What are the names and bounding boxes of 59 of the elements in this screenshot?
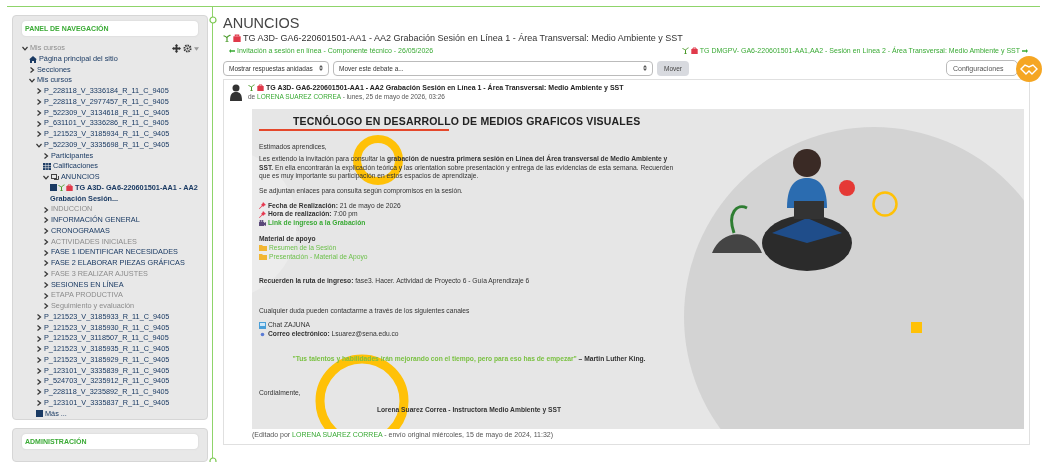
- bag-icon: [233, 34, 241, 42]
- arrow-right-icon: [1022, 48, 1028, 53]
- grid-icon: [43, 163, 51, 171]
- chevron-right-icon[interactable]: [43, 152, 49, 159]
- chevron-right-icon[interactable]: [43, 228, 49, 235]
- chevron-down-icon[interactable]: [43, 174, 49, 180]
- chevron-right-icon[interactable]: [43, 292, 49, 299]
- bag-icon: [690, 47, 698, 54]
- bullet-icon: [259, 330, 266, 338]
- banner-heading: TECNÓLOGO EN DESARROLLO DE MEDIOS GRAFICOS VISUALES: [293, 117, 642, 126]
- forum-icon: [51, 173, 59, 181]
- sort-caret-icon: [319, 65, 323, 71]
- chevron-right-icon[interactable]: [36, 314, 42, 321]
- bag-icon: [257, 84, 264, 91]
- chevron-right-icon[interactable]: [43, 260, 49, 267]
- plant-icon: [223, 34, 231, 42]
- avatar-icon: [230, 84, 242, 101]
- square-decoration: [911, 322, 922, 333]
- chevron-right-icon[interactable]: [36, 109, 42, 116]
- discussion-title: TG A3D- GA6-220601501-AA1 - AA2 Grabación Sesión en Línea 1 - Área Transversal: Medio Ambiente y SST: [243, 33, 683, 43]
- chevron-right-icon[interactable]: [36, 335, 42, 342]
- timeline-dot-icon: [208, 16, 217, 24]
- plant-icon: [681, 47, 689, 54]
- chevron-right-icon[interactable]: [36, 324, 42, 331]
- chevron-right-icon[interactable]: [36, 400, 42, 407]
- chat-icon: [259, 322, 266, 330]
- page-title: ANUNCIOS: [223, 15, 301, 31]
- chevron-right-icon[interactable]: [36, 357, 42, 364]
- sort-caret-icon: [643, 65, 647, 71]
- chevron-right-icon[interactable]: [43, 217, 49, 224]
- settings-icon[interactable]: [183, 44, 192, 53]
- chevron-right-icon[interactable]: [43, 238, 49, 245]
- chevron-right-icon[interactable]: [36, 99, 42, 106]
- chevron-right-icon[interactable]: [43, 281, 49, 288]
- ring-decoration: [871, 190, 899, 218]
- chevron-right-icon[interactable]: [29, 66, 35, 73]
- chevron-right-icon[interactable]: [36, 131, 42, 138]
- chevron-down-icon[interactable]: [22, 45, 28, 51]
- chevron-down-icon[interactable]: [36, 142, 42, 148]
- chevron-right-icon[interactable]: [36, 88, 42, 95]
- bag-icon: [66, 183, 73, 191]
- arrow-left-icon: [229, 48, 235, 53]
- chevron-right-icon[interactable]: [43, 303, 49, 310]
- home-icon: [29, 55, 37, 63]
- video-camera-icon: [259, 219, 266, 227]
- plant-icon: [248, 84, 255, 91]
- chevron-right-icon[interactable]: [43, 249, 49, 256]
- plant-icon: [58, 183, 65, 191]
- chevron-right-icon[interactable]: [43, 206, 49, 213]
- square-icon: [36, 410, 43, 418]
- chevron-right-icon[interactable]: [36, 367, 42, 374]
- chevron-right-icon[interactable]: [36, 378, 42, 385]
- chevron-right-icon[interactable]: [36, 389, 42, 396]
- chevron-right-icon[interactable]: [43, 271, 49, 278]
- square-icon: [50, 183, 57, 191]
- chevron-right-icon[interactable]: [36, 120, 42, 127]
- chevron-down-icon[interactable]: [29, 78, 35, 84]
- move-icon[interactable]: [172, 44, 181, 53]
- chevron-right-icon[interactable]: [36, 346, 42, 353]
